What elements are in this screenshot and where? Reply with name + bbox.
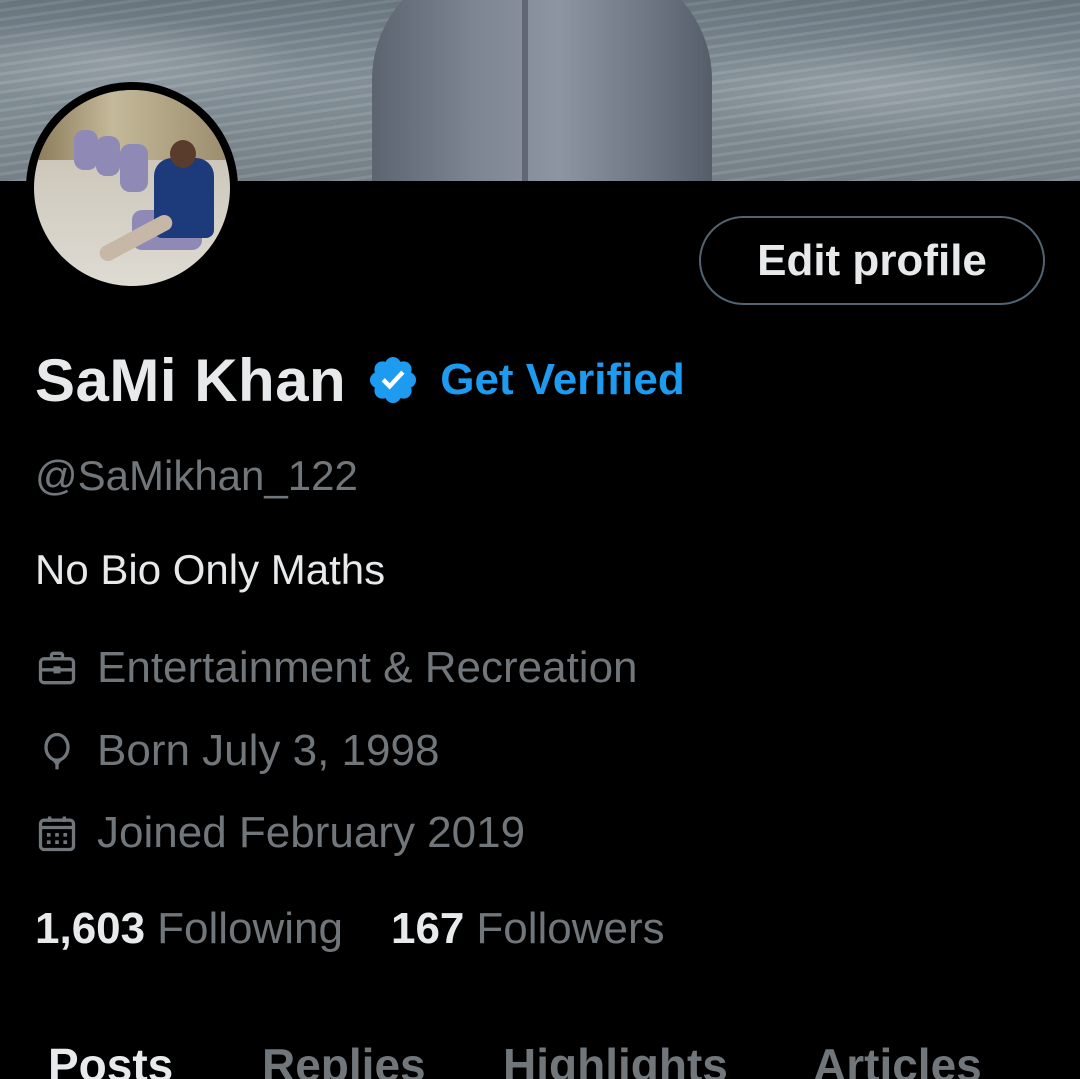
born-row: Born July 3, 1998 [35, 726, 439, 776]
followers-label: Followers [476, 904, 665, 953]
get-verified-link[interactable]: Get Verified [440, 355, 685, 405]
tab-posts[interactable]: Posts [48, 1038, 173, 1079]
born-text: Born July 3, 1998 [97, 726, 440, 775]
profile-bio: No Bio Only Maths [35, 546, 386, 593]
balloon-icon [44, 732, 70, 770]
follow-stats: 1,603 Following 167 Followers [35, 904, 665, 954]
verified-badge-icon[interactable] [366, 353, 420, 407]
followers-count: 167 [390, 904, 465, 953]
banner-figure [372, 0, 712, 181]
followers-link[interactable]: 167 Followers [391, 904, 665, 954]
profile-tabs: Posts Replies Highlights Articles [0, 1030, 1080, 1079]
calendar-icon [38, 816, 76, 852]
display-name: SaMi Khan [35, 346, 347, 414]
briefcase-icon [38, 651, 76, 685]
edit-profile-button[interactable]: Edit profile [699, 216, 1045, 305]
following-link[interactable]: 1,603 Following [35, 904, 343, 954]
tab-highlights[interactable]: Highlights [503, 1038, 728, 1079]
tab-replies[interactable]: Replies [262, 1038, 426, 1079]
joined-text: Joined February 2019 [97, 808, 526, 857]
avatar-photo [34, 90, 230, 286]
profile-handle: @SaMikhan_122 [35, 452, 358, 499]
category-text: Entertainment & Recreation [97, 643, 638, 692]
profile-avatar[interactable] [26, 82, 238, 294]
following-count: 1,603 [35, 904, 146, 953]
name-row: SaMi Khan Get Verified [35, 342, 685, 418]
tab-articles[interactable]: Articles [813, 1038, 982, 1079]
following-label: Following [157, 904, 343, 953]
category-row: Entertainment & Recreation [35, 643, 638, 693]
joined-row: Joined February 2019 [35, 808, 525, 858]
